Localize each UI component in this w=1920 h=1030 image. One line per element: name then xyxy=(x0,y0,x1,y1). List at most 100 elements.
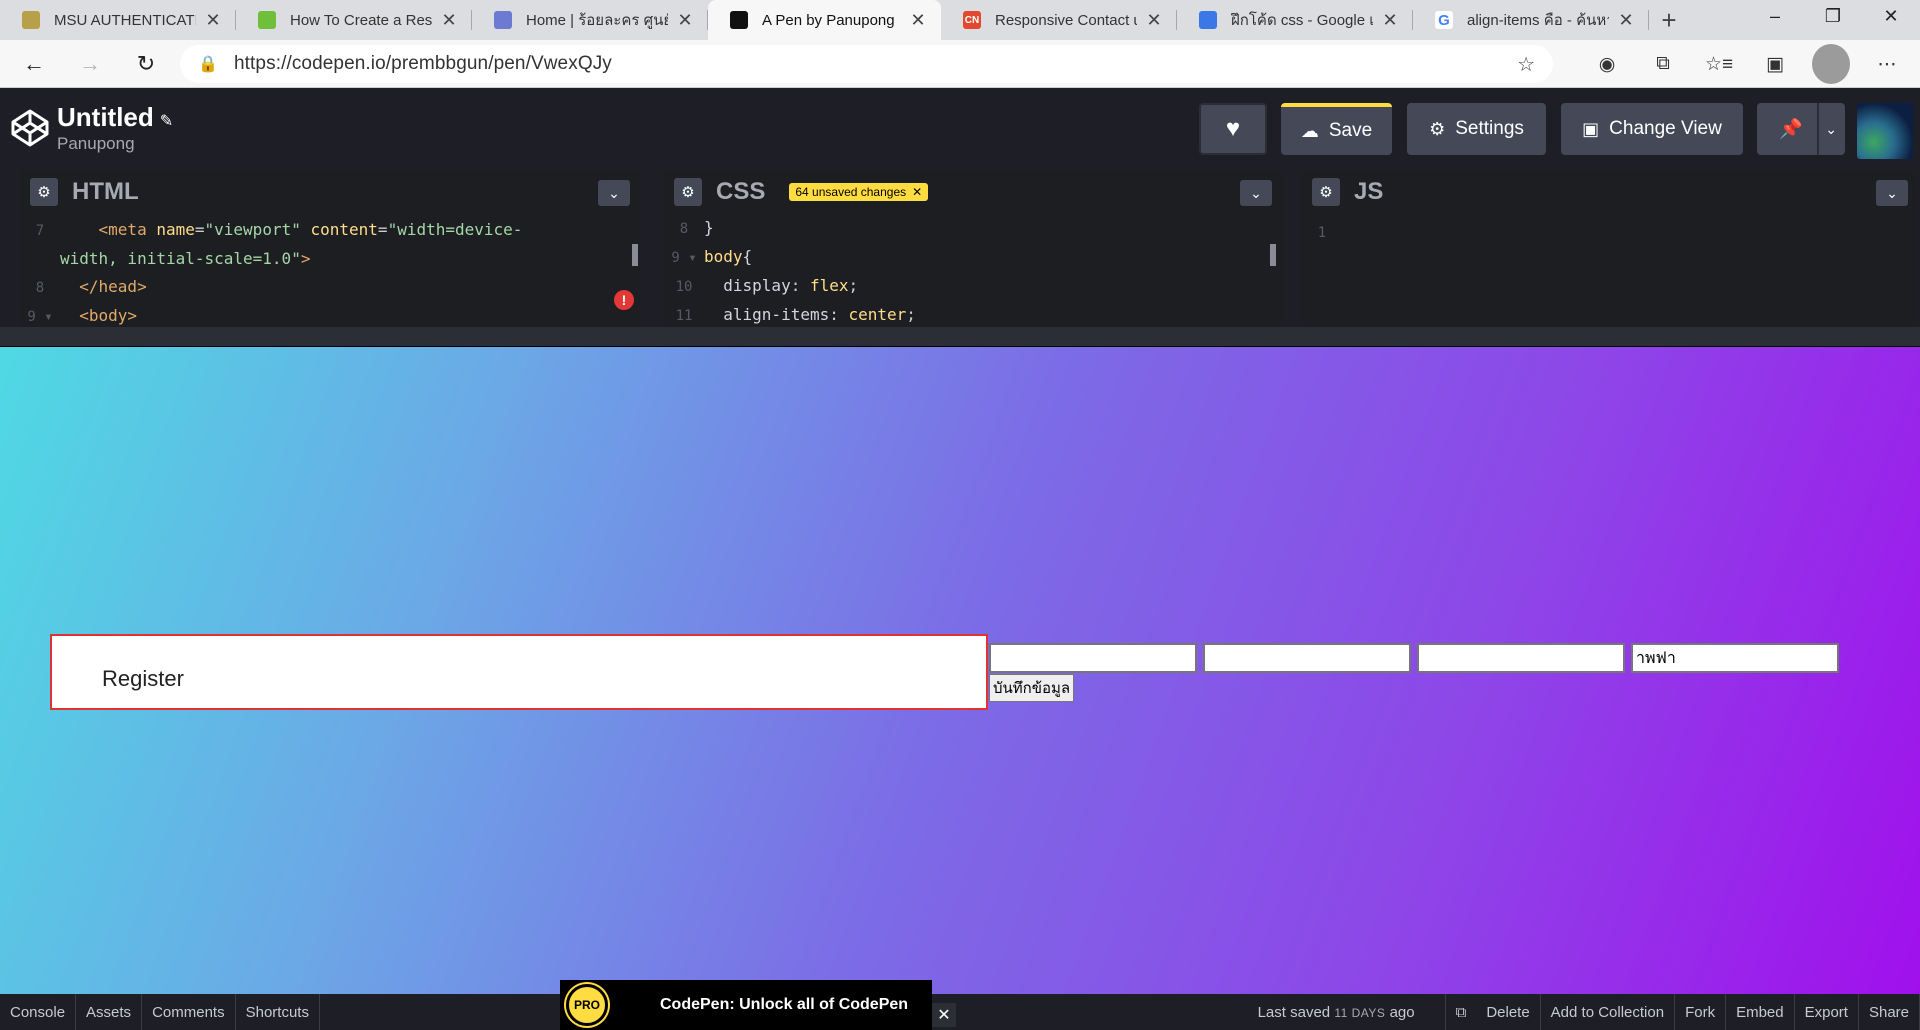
forward-icon[interactable]: → xyxy=(68,44,112,84)
refresh-icon[interactable]: ↻ xyxy=(124,44,168,84)
tab-close-icon[interactable]: ✕ xyxy=(204,10,222,31)
code-text[interactable]: body{ xyxy=(704,247,752,266)
form-field-1[interactable] xyxy=(989,643,1197,673)
address-bar[interactable]: 🔒 https://codepen.io/prembbgun/pen/VwexQ… xyxy=(180,45,1553,83)
footer-fork-button[interactable]: Fork xyxy=(1675,994,1727,1030)
css-settings-gear-icon[interactable]: ⚙ xyxy=(674,178,702,206)
tab-close-icon[interactable]: ✕ xyxy=(676,10,694,31)
unsaved-changes-badge[interactable]: 64 unsaved changes ✕ xyxy=(789,183,929,201)
collections-icon[interactable]: ▣ xyxy=(1756,44,1794,84)
pro-promo-banner[interactable]: PRO CodePen: Unlock all of CodePen xyxy=(560,980,932,1030)
settings-label: Settings xyxy=(1455,118,1524,139)
chevron-down-icon[interactable]: ⌄ xyxy=(1825,121,1837,138)
code-text[interactable]: </head> xyxy=(60,277,146,296)
code-line[interactable]: 11 align-items: center; xyxy=(664,301,1282,327)
promo-text[interactable]: CodePen: Unlock all of CodePen xyxy=(660,996,908,1014)
browser-tab[interactable]: How To Create a Respo ✕ xyxy=(236,0,472,40)
favicon-icon xyxy=(730,11,748,29)
pen-title-text[interactable]: Untitled xyxy=(57,102,154,132)
last-saved-time: 11 DAYS xyxy=(1334,1005,1386,1020)
editor-resize-handle[interactable] xyxy=(0,327,1920,347)
user-avatar[interactable] xyxy=(1857,103,1913,159)
tab-close-icon[interactable]: ✕ xyxy=(1381,10,1399,31)
html-settings-gear-icon[interactable]: ⚙ xyxy=(30,178,58,206)
code-line[interactable]: 7 <meta name="viewport" content="width=d… xyxy=(20,216,640,245)
error-icon[interactable]: ! xyxy=(614,290,634,310)
code-line[interactable]: 8} xyxy=(664,214,1282,243)
footer-delete-button[interactable]: Delete xyxy=(1476,994,1541,1030)
code-line[interactable]: 10 display: flex; xyxy=(664,272,1282,301)
tab-close-icon[interactable]: ✕ xyxy=(909,10,927,31)
footer-export-button[interactable]: Export xyxy=(1795,994,1859,1030)
restore-icon[interactable]: ❐ xyxy=(1804,0,1862,32)
footer-comments-button[interactable]: Comments xyxy=(142,994,236,1030)
pen-title[interactable]: Untitled ✎ xyxy=(57,102,173,133)
footer-console-button[interactable]: Console xyxy=(0,994,77,1030)
back-icon[interactable]: ← xyxy=(12,44,56,84)
pen-author[interactable]: Panupong xyxy=(57,134,135,154)
codepen-logo-icon[interactable] xyxy=(10,108,50,148)
code-text[interactable]: <meta name="viewport" content="width=dev… xyxy=(60,220,523,239)
footer-share-button[interactable]: Share xyxy=(1859,994,1920,1030)
code-line[interactable]: 9 ▾ body{ xyxy=(664,243,1282,272)
js-settings-gear-icon[interactable]: ⚙ xyxy=(1312,178,1340,206)
pin-button[interactable]: 📌 ⌄ xyxy=(1757,103,1845,155)
css-scrollbar[interactable] xyxy=(1270,244,1276,266)
new-tab-button[interactable]: + xyxy=(1649,0,1689,40)
close-icon[interactable]: ✕ xyxy=(912,185,922,199)
footer-add-to-collection-button[interactable]: Add to Collection xyxy=(1541,994,1676,1030)
browser-tab[interactable]: Home | ร้อยละคร ศูนย์รวม ✕ xyxy=(472,0,708,40)
code-line[interactable]: 1 xyxy=(1302,218,1918,247)
html-scrollbar[interactable] xyxy=(632,244,638,266)
footer-embed-button[interactable]: Embed xyxy=(1726,994,1795,1030)
html-pane-chevron-down-icon[interactable]: ⌄ xyxy=(598,180,630,206)
browser-tab[interactable]: Galign-items คือ - ค้นหาด้ ✕ xyxy=(1413,0,1649,40)
profile-icon[interactable] xyxy=(1812,44,1850,84)
change-view-button[interactable]: ▣ Change View xyxy=(1561,103,1743,155)
form-field-2[interactable] xyxy=(1203,643,1411,673)
extension-copy-icon[interactable]: ⧉ xyxy=(1644,44,1682,84)
favorites-icon[interactable]: ☆≡ xyxy=(1700,44,1738,84)
code-line[interactable]: width, initial-scale=1.0"> xyxy=(20,245,640,273)
love-button[interactable]: ♥ xyxy=(1199,103,1267,155)
tab-close-icon[interactable]: ✕ xyxy=(1617,10,1635,31)
footer-shortcuts-button[interactable]: Shortcuts xyxy=(236,994,320,1030)
code-text[interactable]: } xyxy=(704,218,714,237)
browser-tab[interactable]: A Pen by Panupong ✕ xyxy=(708,0,941,40)
minimize-icon[interactable]: – xyxy=(1746,0,1804,32)
promo-close-icon[interactable]: ✕ xyxy=(932,1003,956,1027)
settings-button[interactable]: ⚙ Settings xyxy=(1407,103,1546,155)
code-line[interactable]: 8 </head> xyxy=(20,273,640,302)
line-number: 1 xyxy=(1317,225,1327,241)
tab-title: align-items คือ - ค้นหาด้ xyxy=(1467,12,1609,29)
css-pane-chevron-down-icon[interactable]: ⌄ xyxy=(1240,180,1272,206)
css-code-area[interactable]: 8} 9 ▾ body{10 display: flex; 11 align-item… xyxy=(664,214,1282,327)
extension-icon[interactable]: ◉ xyxy=(1588,44,1626,84)
url-text[interactable]: https://codepen.io/prembbgun/pen/VwexQJy xyxy=(234,53,612,75)
browser-tab[interactable]: ฝึกโค้ด css - Google เอก ✕ xyxy=(1177,0,1413,40)
js-pane-chevron-down-icon[interactable]: ⌄ xyxy=(1876,180,1908,206)
form-field-3[interactable] xyxy=(1417,643,1625,673)
open-external-icon[interactable]: ⧉ xyxy=(1444,994,1477,1030)
edit-pencil-icon[interactable]: ✎ xyxy=(160,113,173,130)
js-code-area[interactable]: 1 xyxy=(1302,214,1918,327)
code-line[interactable]: 9 ▾ <body> xyxy=(20,302,640,327)
save-data-button[interactable]: บันทึกข้อมูล xyxy=(989,674,1075,702)
browser-tab[interactable]: CN Responsive Contact us ✕ xyxy=(941,0,1177,40)
more-menu-icon[interactable]: ⋯ xyxy=(1868,44,1906,84)
save-button[interactable]: ☁ Save xyxy=(1281,103,1392,155)
code-text[interactable]: <body> xyxy=(60,306,137,325)
footer-assets-button[interactable]: Assets xyxy=(76,994,143,1030)
close-window-icon[interactable]: ✕ xyxy=(1862,0,1920,32)
form-field-4[interactable] xyxy=(1631,643,1839,673)
html-pane-title: HTML xyxy=(72,178,139,205)
js-pane-title: JS xyxy=(1354,178,1384,205)
code-text[interactable]: display: flex; xyxy=(704,276,858,295)
favorite-star-icon[interactable]: ☆ xyxy=(1517,52,1535,77)
code-text[interactable]: align-items: center; xyxy=(704,305,916,324)
code-text[interactable]: width, initial-scale=1.0"> xyxy=(60,249,310,268)
html-code-area[interactable]: 7 <meta name="viewport" content="width=d… xyxy=(20,214,640,327)
tab-close-icon[interactable]: ✕ xyxy=(1145,10,1163,31)
browser-tab[interactable]: MSU AUTHENTICATION ✕ xyxy=(0,0,236,40)
tab-close-icon[interactable]: ✕ xyxy=(440,10,458,31)
